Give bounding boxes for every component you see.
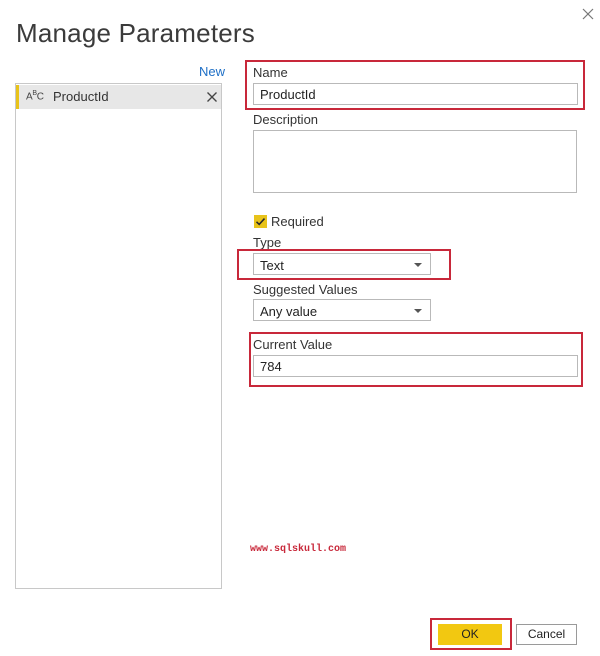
parameter-item-label: ProductId	[53, 89, 109, 104]
chevron-down-icon	[414, 309, 422, 313]
cancel-button[interactable]: Cancel	[516, 624, 577, 645]
required-checkbox[interactable]	[254, 215, 267, 228]
required-label: Required	[271, 214, 324, 229]
name-input[interactable]	[253, 83, 578, 105]
delete-parameter-icon[interactable]	[206, 91, 218, 103]
description-input[interactable]	[253, 130, 577, 193]
text-type-icon: ABC	[26, 90, 44, 103]
suggested-values-select[interactable]: Any value	[253, 299, 431, 321]
watermark-text: www.sqlskull.com	[250, 544, 347, 555]
type-select[interactable]: Text	[253, 253, 431, 275]
description-label: Description	[253, 112, 319, 127]
suggested-values-select-value: Any value	[260, 304, 318, 319]
suggested-values-label: Suggested Values	[253, 282, 358, 297]
type-label: Type	[253, 235, 282, 250]
parameter-list: ABC ProductId	[15, 83, 222, 589]
chevron-down-icon	[414, 263, 422, 267]
current-value-input[interactable]	[253, 355, 578, 377]
current-value-label: Current Value	[253, 337, 333, 352]
ok-button[interactable]: OK	[438, 624, 502, 645]
new-parameter-link[interactable]: New	[199, 64, 225, 79]
parameter-list-item[interactable]: ABC ProductId	[16, 85, 221, 109]
dialog-title: Manage Parameters	[16, 18, 255, 48]
close-icon[interactable]	[580, 6, 596, 22]
checkmark-icon	[255, 218, 266, 226]
name-label: Name	[253, 65, 288, 80]
type-select-value: Text	[260, 258, 284, 273]
